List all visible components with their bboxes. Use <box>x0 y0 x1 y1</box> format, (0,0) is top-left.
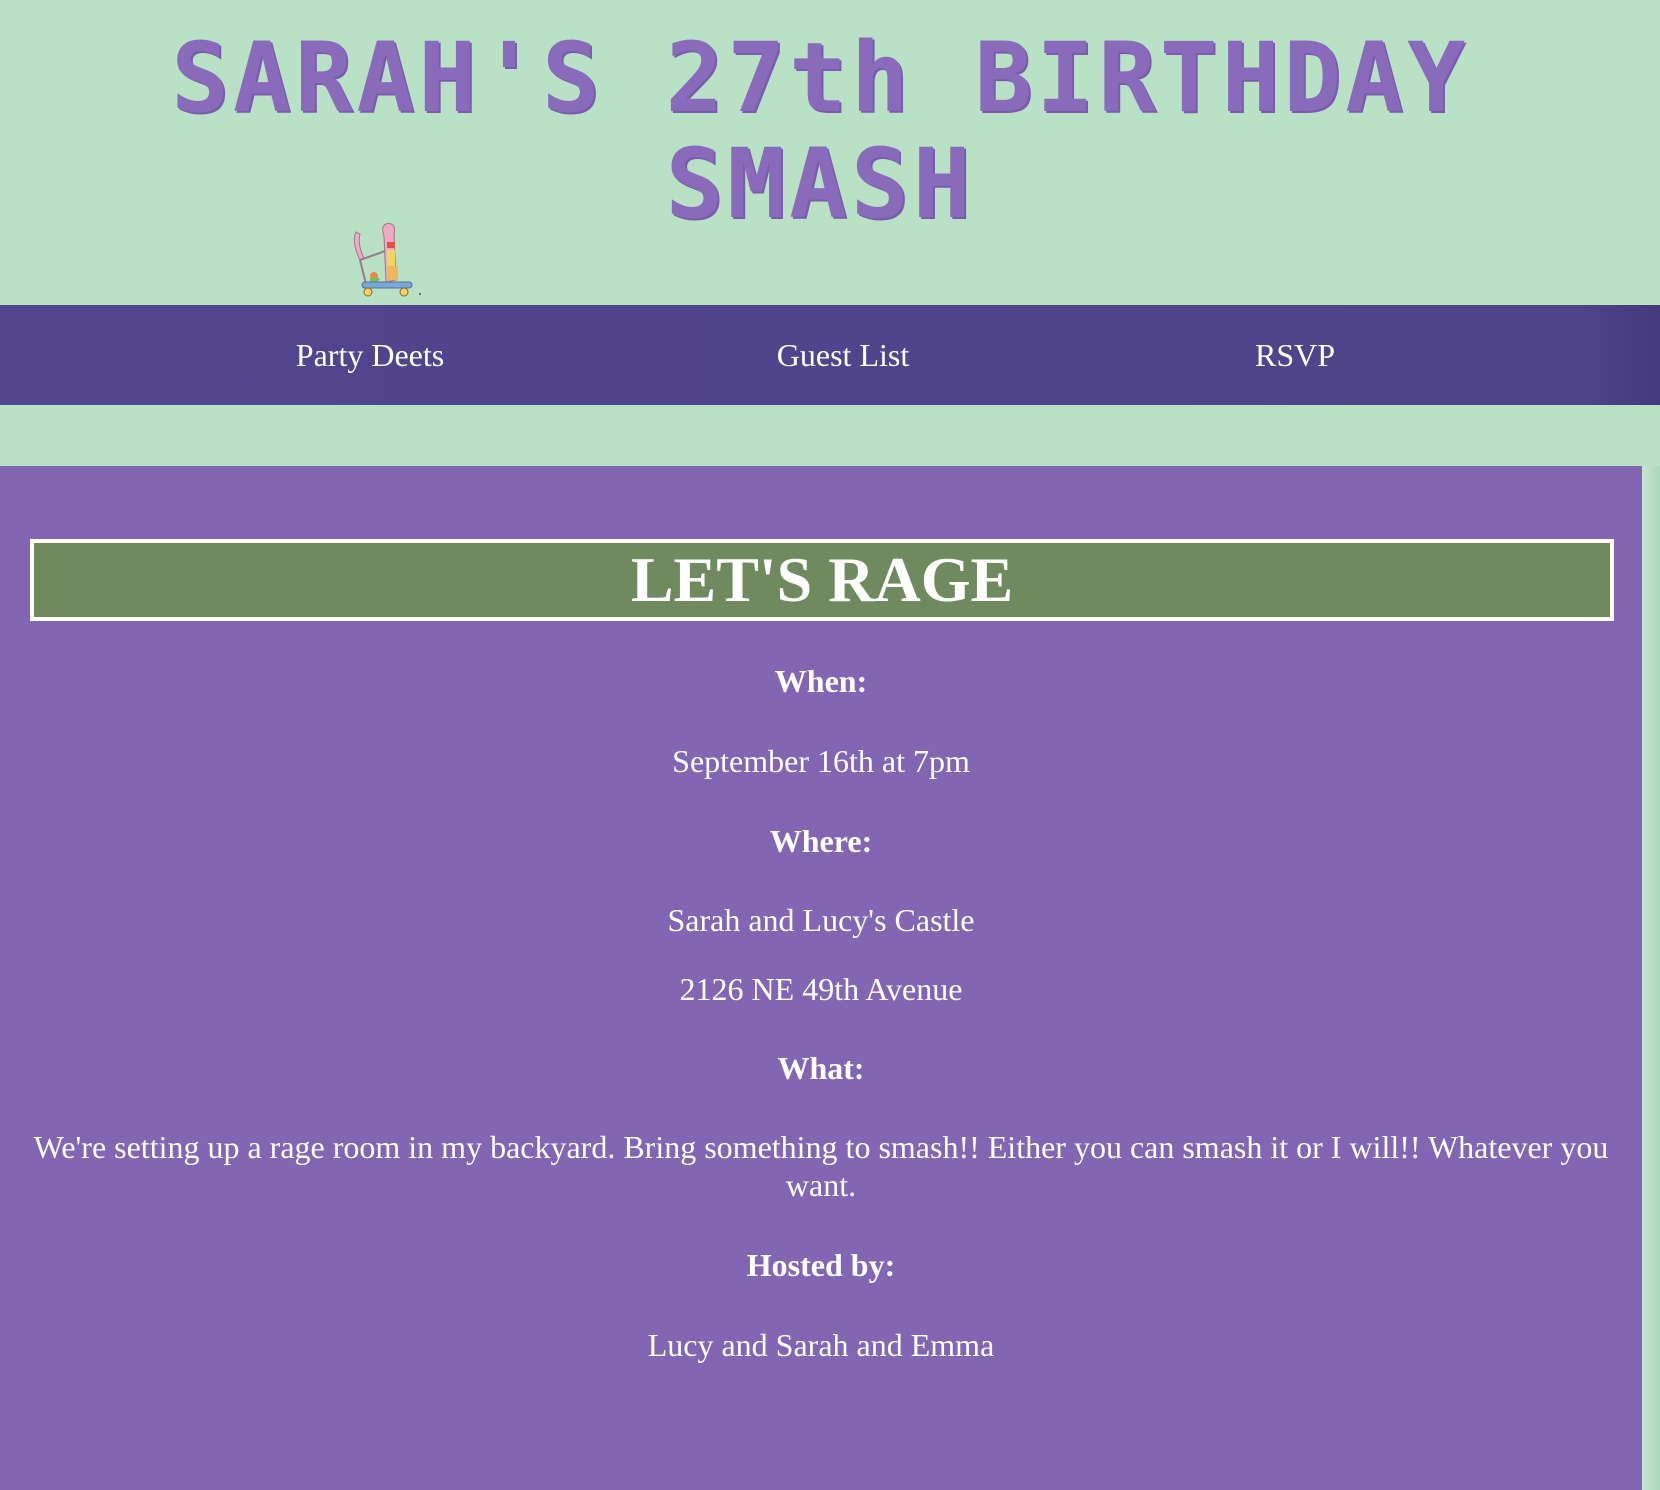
where-place: Sarah and Lucy's Castle <box>667 902 975 938</box>
scooter-icon <box>353 223 421 297</box>
hosted-by-label: Hosted by: <box>746 1247 896 1283</box>
party-details-section: LET'S RAGE When: September 16th at 7pm W… <box>0 466 1642 1490</box>
nav-party-deets[interactable]: Party Deets <box>270 305 470 405</box>
what-description: We're setting up a rage room in my backy… <box>33 1129 1609 1203</box>
where-label: Where: <box>769 823 873 859</box>
when-value: September 16th at 7pm <box>672 743 970 779</box>
site-title: SARAH'S 27th BIRTHDAY SMASH <box>171 22 1469 240</box>
page-edge <box>1642 466 1660 1490</box>
nav-guest-list[interactable]: Guest List <box>743 305 943 405</box>
nav-rsvp[interactable]: RSVP <box>1195 305 1395 405</box>
hosted-by-value: Lucy and Sarah and Emma <box>647 1327 995 1363</box>
header: SARAH'S 27th BIRTHDAY SMASH <box>0 0 1660 305</box>
what-label: What: <box>777 1050 865 1086</box>
when-label: When: <box>774 663 868 699</box>
lets-rage-banner: LET'S RAGE <box>30 539 1614 621</box>
main-navigation: Party Deets Guest List RSVP <box>0 305 1660 405</box>
where-address: 2126 NE 49th Avenue <box>679 971 963 1007</box>
